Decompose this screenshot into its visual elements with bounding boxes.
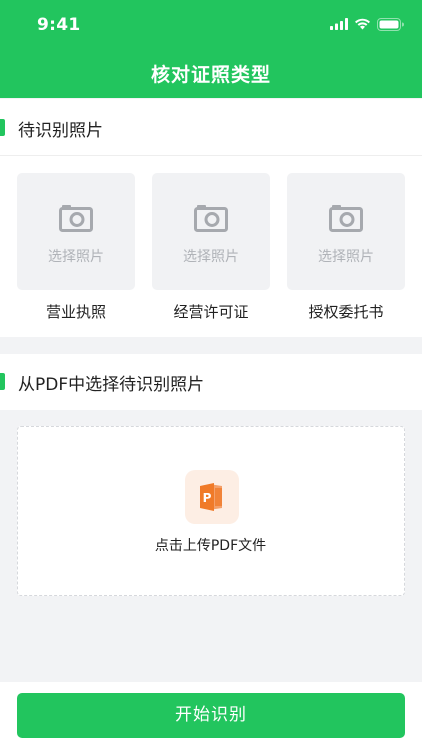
select-photo-business-license[interactable]: 选择照片 (17, 173, 135, 290)
battery-icon (377, 17, 404, 31)
pdf-file-icon: P (185, 470, 239, 524)
power-of-attorney-label: 授权委托书 (308, 303, 384, 321)
pdf-icon-letter: P (203, 491, 212, 505)
select-photo-hint: 选择照片 (183, 249, 239, 265)
select-photo-hint: 选择照片 (48, 249, 104, 265)
photo-section-header: 待识别照片 (0, 99, 422, 156)
start-recognition-button[interactable]: 开始识别 (17, 693, 405, 738)
operating-permit-label: 经营许可证 (173, 303, 249, 321)
photo-section: 待识别照片 选择照片 营业执照 选择照片 经营许可证 选择照片 授权委托书 (0, 99, 422, 337)
camera-icon (194, 205, 228, 232)
pdf-section-title: 从PDF中选择待识别照片 (18, 375, 205, 395)
pdf-section-header: 从PDF中选择待识别照片 (0, 354, 422, 410)
select-photo-operating-permit[interactable]: 选择照片 (152, 173, 270, 290)
bottom-bar: 开始识别 (0, 682, 422, 750)
select-photo-hint: 选择照片 (318, 249, 374, 265)
page-title: 核对证照类型 (150, 64, 271, 86)
status-bar: 9:41 (0, 0, 422, 50)
business-license-label: 营业执照 (45, 303, 106, 321)
wifi-icon (355, 18, 370, 30)
section-accent-bar (0, 119, 5, 136)
status-time: 9:41 (37, 15, 81, 35)
select-photo-power-of-attorney[interactable]: 选择照片 (287, 173, 405, 290)
camera-icon (59, 205, 93, 232)
section-accent-bar (0, 373, 5, 390)
photo-section-title: 待识别照片 (18, 121, 103, 141)
status-icons (330, 16, 404, 32)
pdf-upload-area[interactable]: P 点击上传PDF文件 (17, 426, 405, 596)
signal-icon (330, 18, 348, 30)
header: 9:41 核对证照类型 (0, 0, 422, 98)
pdf-icon: P (200, 483, 222, 511)
camera-icon (329, 205, 363, 232)
upload-pdf-text: 点击上传PDF文件 (154, 538, 267, 554)
